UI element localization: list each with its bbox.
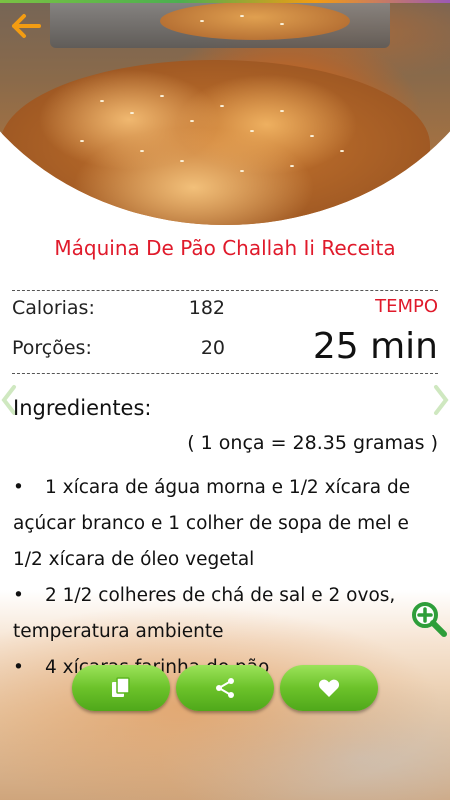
favorite-button[interactable] xyxy=(280,665,378,711)
servings-label: Porções: xyxy=(12,337,92,359)
bullet: • xyxy=(13,477,24,498)
calories-row: Calorias: 182 xyxy=(12,297,242,325)
action-bar xyxy=(0,665,450,713)
time-label: TEMPO xyxy=(375,296,438,317)
zoom-in-icon xyxy=(412,602,447,637)
chevron-right-icon xyxy=(434,385,449,415)
copy-icon xyxy=(112,677,130,697)
time-value: 25 min xyxy=(312,326,438,367)
ingredients-list: • 1 xícara de água morna e 1/2 xícara de … xyxy=(13,470,438,686)
list-item: • 1 xícara de água morna e 1/2 xícara de … xyxy=(13,470,438,578)
status-accent-strip xyxy=(0,0,450,3)
bullet: • xyxy=(13,585,24,606)
back-button[interactable] xyxy=(8,8,44,44)
ingredient-text: 1 xícara de água morna e 1/2 xícara de a… xyxy=(13,477,411,570)
unit-conversion-note: ( 1 onça = 28.35 gramas ) xyxy=(187,432,438,454)
next-recipe-button[interactable] xyxy=(430,383,450,417)
servings-value: 20 xyxy=(200,337,225,359)
arrow-left-icon xyxy=(12,14,41,38)
share-icon xyxy=(216,678,234,698)
list-item: • 2 1/2 colheres de chá de sal e 2 ovos, … xyxy=(13,578,438,650)
heart-icon xyxy=(318,679,340,697)
calories-value: 182 xyxy=(188,297,225,319)
ingredient-text: 2 1/2 colheres de chá de sal e 2 ovos, t… xyxy=(13,585,396,642)
ingredients-heading: Ingredientes: xyxy=(13,396,152,420)
recipe-title: Máquina De Pão Challah Ii Receita xyxy=(54,236,396,260)
share-button[interactable] xyxy=(176,665,274,711)
calories-label: Calorias: xyxy=(12,297,95,319)
recipe-stats: Calorias: 182 Porções: 20 TEMPO 25 min xyxy=(12,290,438,374)
servings-row: Porções: 20 xyxy=(12,337,242,365)
zoom-in-button[interactable] xyxy=(410,600,448,638)
copy-button[interactable] xyxy=(72,665,170,711)
